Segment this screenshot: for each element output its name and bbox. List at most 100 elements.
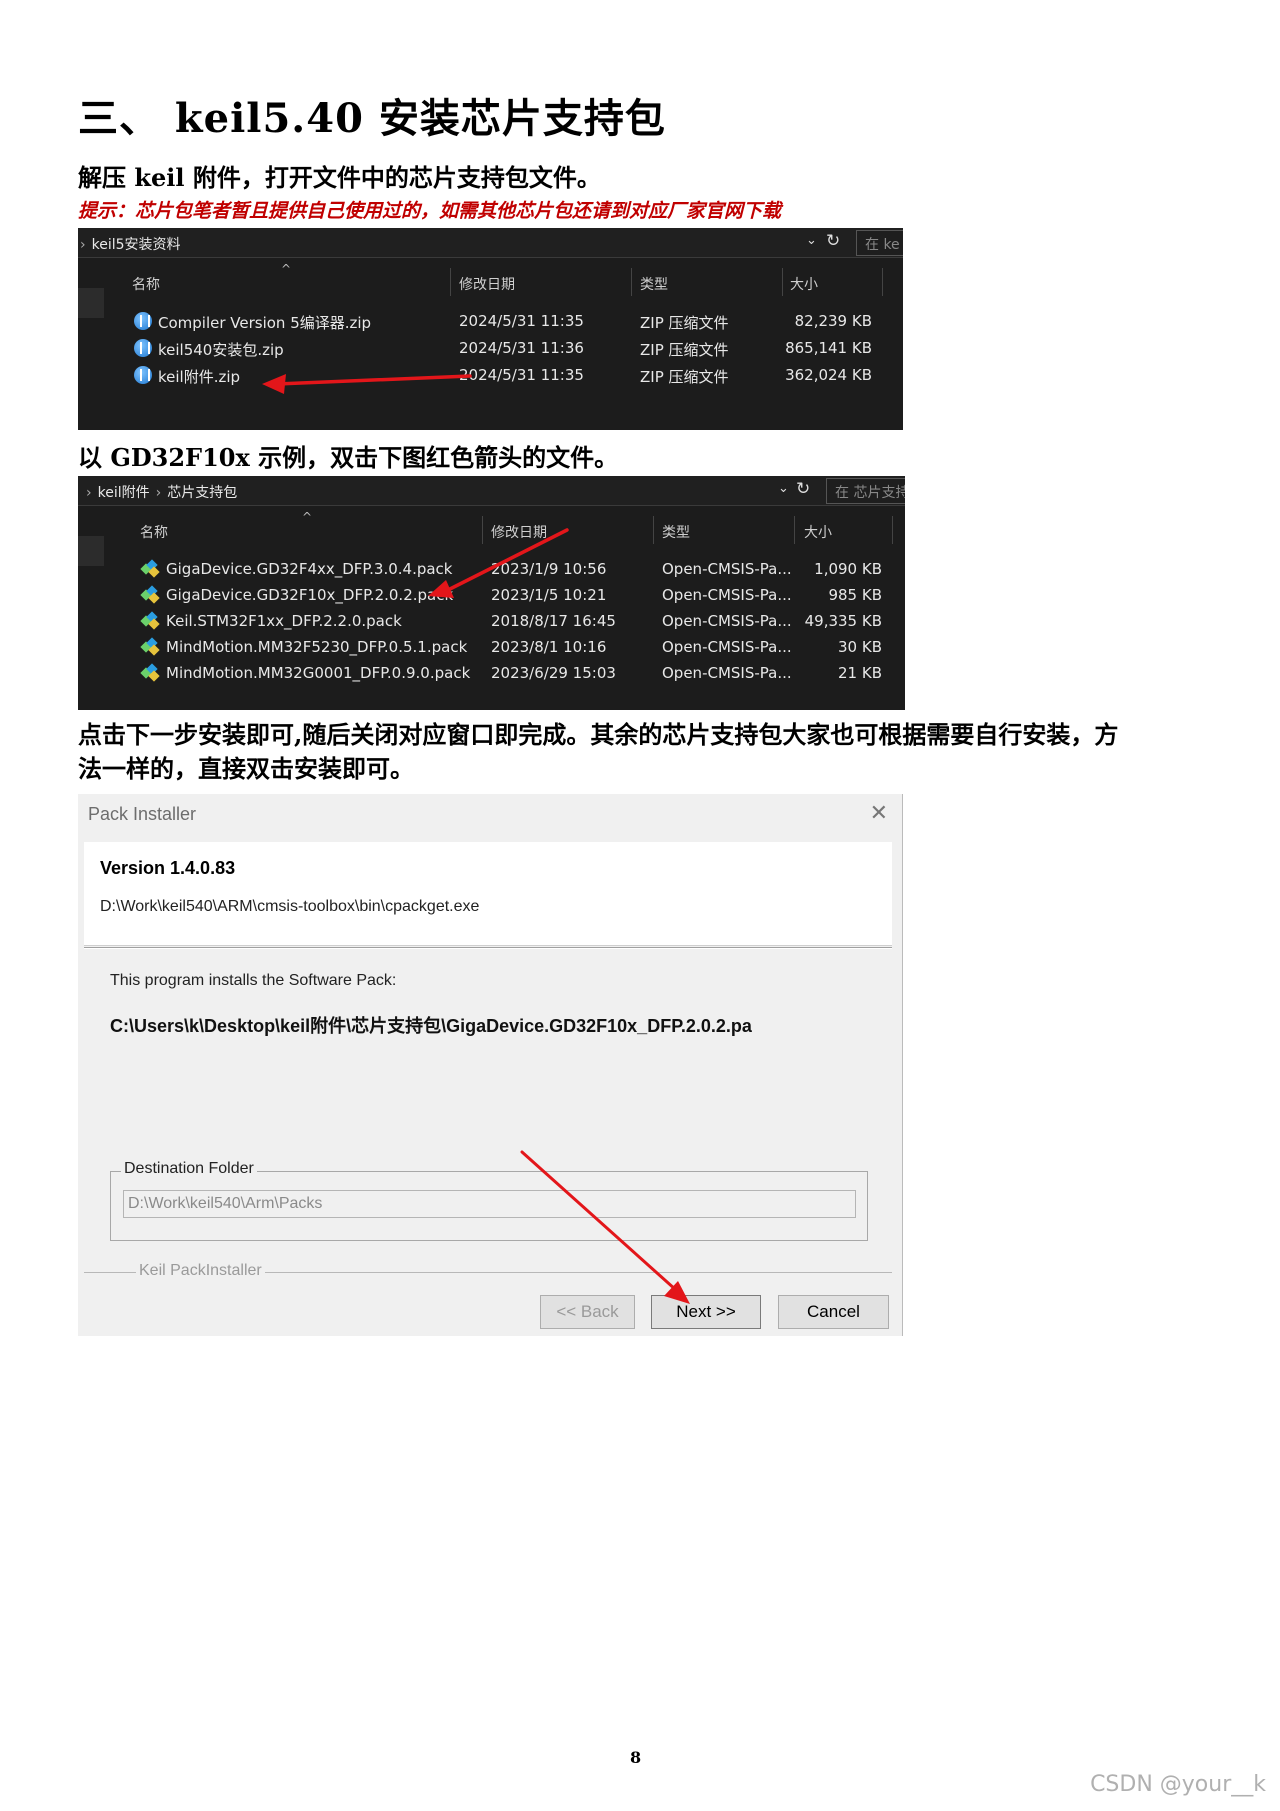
file-size: 49,335 KB [804, 612, 882, 630]
zip-file-icon [134, 366, 152, 384]
column-divider[interactable] [631, 268, 632, 296]
refresh-icon[interactable]: ↻ [826, 231, 840, 251]
column-header-size[interactable]: 大小 [804, 522, 832, 542]
chevron-right-icon: › [80, 237, 86, 253]
column-divider[interactable] [794, 516, 795, 544]
column-divider[interactable] [450, 268, 451, 296]
file-row[interactable]: MindMotion.MM32G0001_DFP.0.9.0.pack 2023/… [78, 660, 905, 686]
search-input[interactable]: 在 芯片支持 [826, 478, 905, 504]
file-name: GigaDevice.GD32F10x_DFP.2.0.2.pack [166, 586, 454, 604]
file-row[interactable]: GigaDevice.GD32F10x_DFP.2.0.2.pack 2023/1… [78, 582, 905, 608]
sort-up-icon: ^ [281, 262, 292, 276]
column-divider[interactable] [782, 268, 783, 296]
file-row[interactable]: keil540安装包.zip 2024/5/31 11:36 ZIP 压缩文件 … [78, 335, 903, 361]
breadcrumb-item[interactable]: keil附件 [98, 485, 150, 501]
instruction-text-2: 以 GD32F10x 示例，双击下图红色箭头的文件。 [78, 443, 619, 472]
file-name: Compiler Version 5编译器.zip [158, 314, 372, 332]
file-type: Open-CMSIS-Pa... [662, 586, 792, 604]
pack-file-path: C:\Users\k\Desktop\keil附件\芯片支持包\GigaDevi… [110, 1016, 752, 1036]
chevron-down-icon[interactable]: ⌄ [778, 481, 789, 496]
version-label: Version 1.4.0.83 [100, 858, 236, 878]
chevron-right-icon: › [86, 485, 92, 501]
file-name: GigaDevice.GD32F4xx_DFP.3.0.4.pack [166, 560, 453, 578]
file-row[interactable]: MindMotion.MM32F5230_DFP.0.5.1.pack 2023/… [78, 634, 905, 660]
file-row[interactable]: keil附件.zip 2024/5/31 11:35 ZIP 压缩文件 362,… [78, 362, 903, 388]
file-type: Open-CMSIS-Pa... [662, 664, 792, 682]
file-date: 2023/1/5 10:21 [491, 586, 607, 604]
column-divider[interactable] [892, 516, 893, 544]
zip-file-icon [134, 339, 152, 357]
column-header-name[interactable]: 名称 [140, 522, 168, 542]
chevron-right-icon: › [155, 485, 162, 501]
file-date: 2023/6/29 15:03 [491, 664, 616, 682]
breadcrumb[interactable]: › keil5安装资料 [80, 234, 181, 254]
divider [84, 947, 892, 949]
close-icon[interactable]: ✕ [870, 800, 888, 826]
column-divider[interactable] [482, 516, 483, 544]
zip-file-icon [134, 312, 152, 330]
file-name: Keil.STM32F1xx_DFP.2.2.0.pack [166, 612, 402, 630]
instruction-line: 法一样的，直接双击安装即可。 [78, 754, 414, 783]
address-bar[interactable]: › keil附件 › 芯片支持包 ⌄ ↻ 在 芯片支持 [78, 476, 905, 506]
file-size: 82,239 KB [794, 312, 872, 330]
brand-label: Keil PackInstaller [136, 1262, 265, 1280]
column-header-type[interactable]: 类型 [640, 274, 668, 294]
tool-path: D:\Work\keil540\ARM\cmsis-toolbox\bin\cp… [100, 898, 480, 915]
file-size: 985 KB [828, 586, 882, 604]
destination-folder-field: D:\Work\keil540\Arm\Packs [123, 1190, 856, 1218]
file-size: 865,141 KB [785, 339, 872, 357]
pack-file-icon [140, 611, 160, 630]
file-date: 2023/1/9 10:56 [491, 560, 607, 578]
pack-installer-dialog: Pack Installer ✕ Version 1.4.0.83 D:\Wor… [78, 794, 903, 1336]
file-date: 2024/5/31 11:35 [459, 366, 584, 384]
column-divider[interactable] [653, 516, 654, 544]
info-text: This program installs the Software Pack: [110, 972, 397, 989]
file-date: 2023/8/1 10:16 [491, 638, 607, 656]
pack-file-icon [140, 585, 160, 604]
column-header-size[interactable]: 大小 [790, 274, 818, 294]
file-row[interactable]: Compiler Version 5编译器.zip 2024/5/31 11:3… [78, 308, 903, 334]
column-divider[interactable] [882, 268, 883, 296]
column-header-date[interactable]: 修改日期 [459, 274, 515, 294]
file-row[interactable]: GigaDevice.GD32F4xx_DFP.3.0.4.pack 2023/1… [78, 556, 905, 582]
file-name: MindMotion.MM32G0001_DFP.0.9.0.pack [166, 664, 471, 682]
breadcrumb[interactable]: › keil附件 › 芯片支持包 [86, 482, 237, 502]
instruction-text-1: 解压 keil 附件，打开文件中的芯片支持包文件。 [78, 163, 601, 192]
file-type: ZIP 压缩文件 [640, 368, 729, 386]
file-explorer-chip-packs: › keil附件 › 芯片支持包 ⌄ ↻ 在 芯片支持 ^ 名称 修改日期 类型 大小… [78, 476, 905, 710]
file-size: 30 KB [838, 638, 882, 656]
file-size: 21 KB [838, 664, 882, 682]
breadcrumb-item[interactable]: keil5安装资料 [92, 237, 181, 253]
page-number: 8 [630, 1748, 642, 1767]
section-heading: 三、 keil5.40 安装芯片支持包 [78, 95, 666, 142]
instruction-line: 点击下一步安装即可,随后关闭对应窗口即完成。其余的芯片支持包大家也可根据需要自行… [78, 720, 1119, 749]
pack-file-icon [140, 637, 160, 656]
sort-up-icon: ^ [302, 510, 313, 524]
file-type: Open-CMSIS-Pa... [662, 560, 792, 578]
file-size: 362,024 KB [785, 366, 872, 384]
file-date: 2024/5/31 11:36 [459, 339, 584, 357]
address-bar[interactable]: › keil5安装资料 ⌄ ↻ 在 ke [78, 228, 903, 258]
file-type: ZIP 压缩文件 [640, 314, 729, 332]
cancel-button[interactable]: Cancel [778, 1295, 889, 1329]
file-type: Open-CMSIS-Pa... [662, 612, 792, 630]
breadcrumb-item[interactable]: 芯片支持包 [167, 485, 237, 501]
search-input[interactable]: 在 ke [856, 230, 903, 256]
refresh-icon[interactable]: ↻ [796, 479, 810, 499]
file-row[interactable]: Keil.STM32F1xx_DFP.2.2.0.pack 2018/8/17 1… [78, 608, 905, 634]
back-button[interactable]: << Back [540, 1295, 635, 1329]
chevron-down-icon[interactable]: ⌄ [806, 233, 817, 248]
destination-folder-label: Destination Folder [121, 1160, 257, 1178]
file-date: 2024/5/31 11:35 [459, 312, 584, 330]
file-name: keil540安装包.zip [158, 341, 284, 359]
next-button[interactable]: Next >> [651, 1295, 761, 1329]
column-header-date[interactable]: 修改日期 [491, 522, 547, 542]
pack-file-icon [140, 663, 160, 682]
dialog-title: Pack Installer [88, 804, 197, 824]
destination-folder-group: Destination Folder D:\Work\keil540\Arm\P… [110, 1160, 868, 1241]
file-name: MindMotion.MM32F5230_DFP.0.5.1.pack [166, 638, 468, 656]
column-header-type[interactable]: 类型 [662, 522, 690, 542]
file-name: keil附件.zip [158, 368, 241, 386]
column-header-name[interactable]: 名称 [132, 274, 160, 294]
watermark: CSDN @your__k [1090, 1772, 1266, 1797]
